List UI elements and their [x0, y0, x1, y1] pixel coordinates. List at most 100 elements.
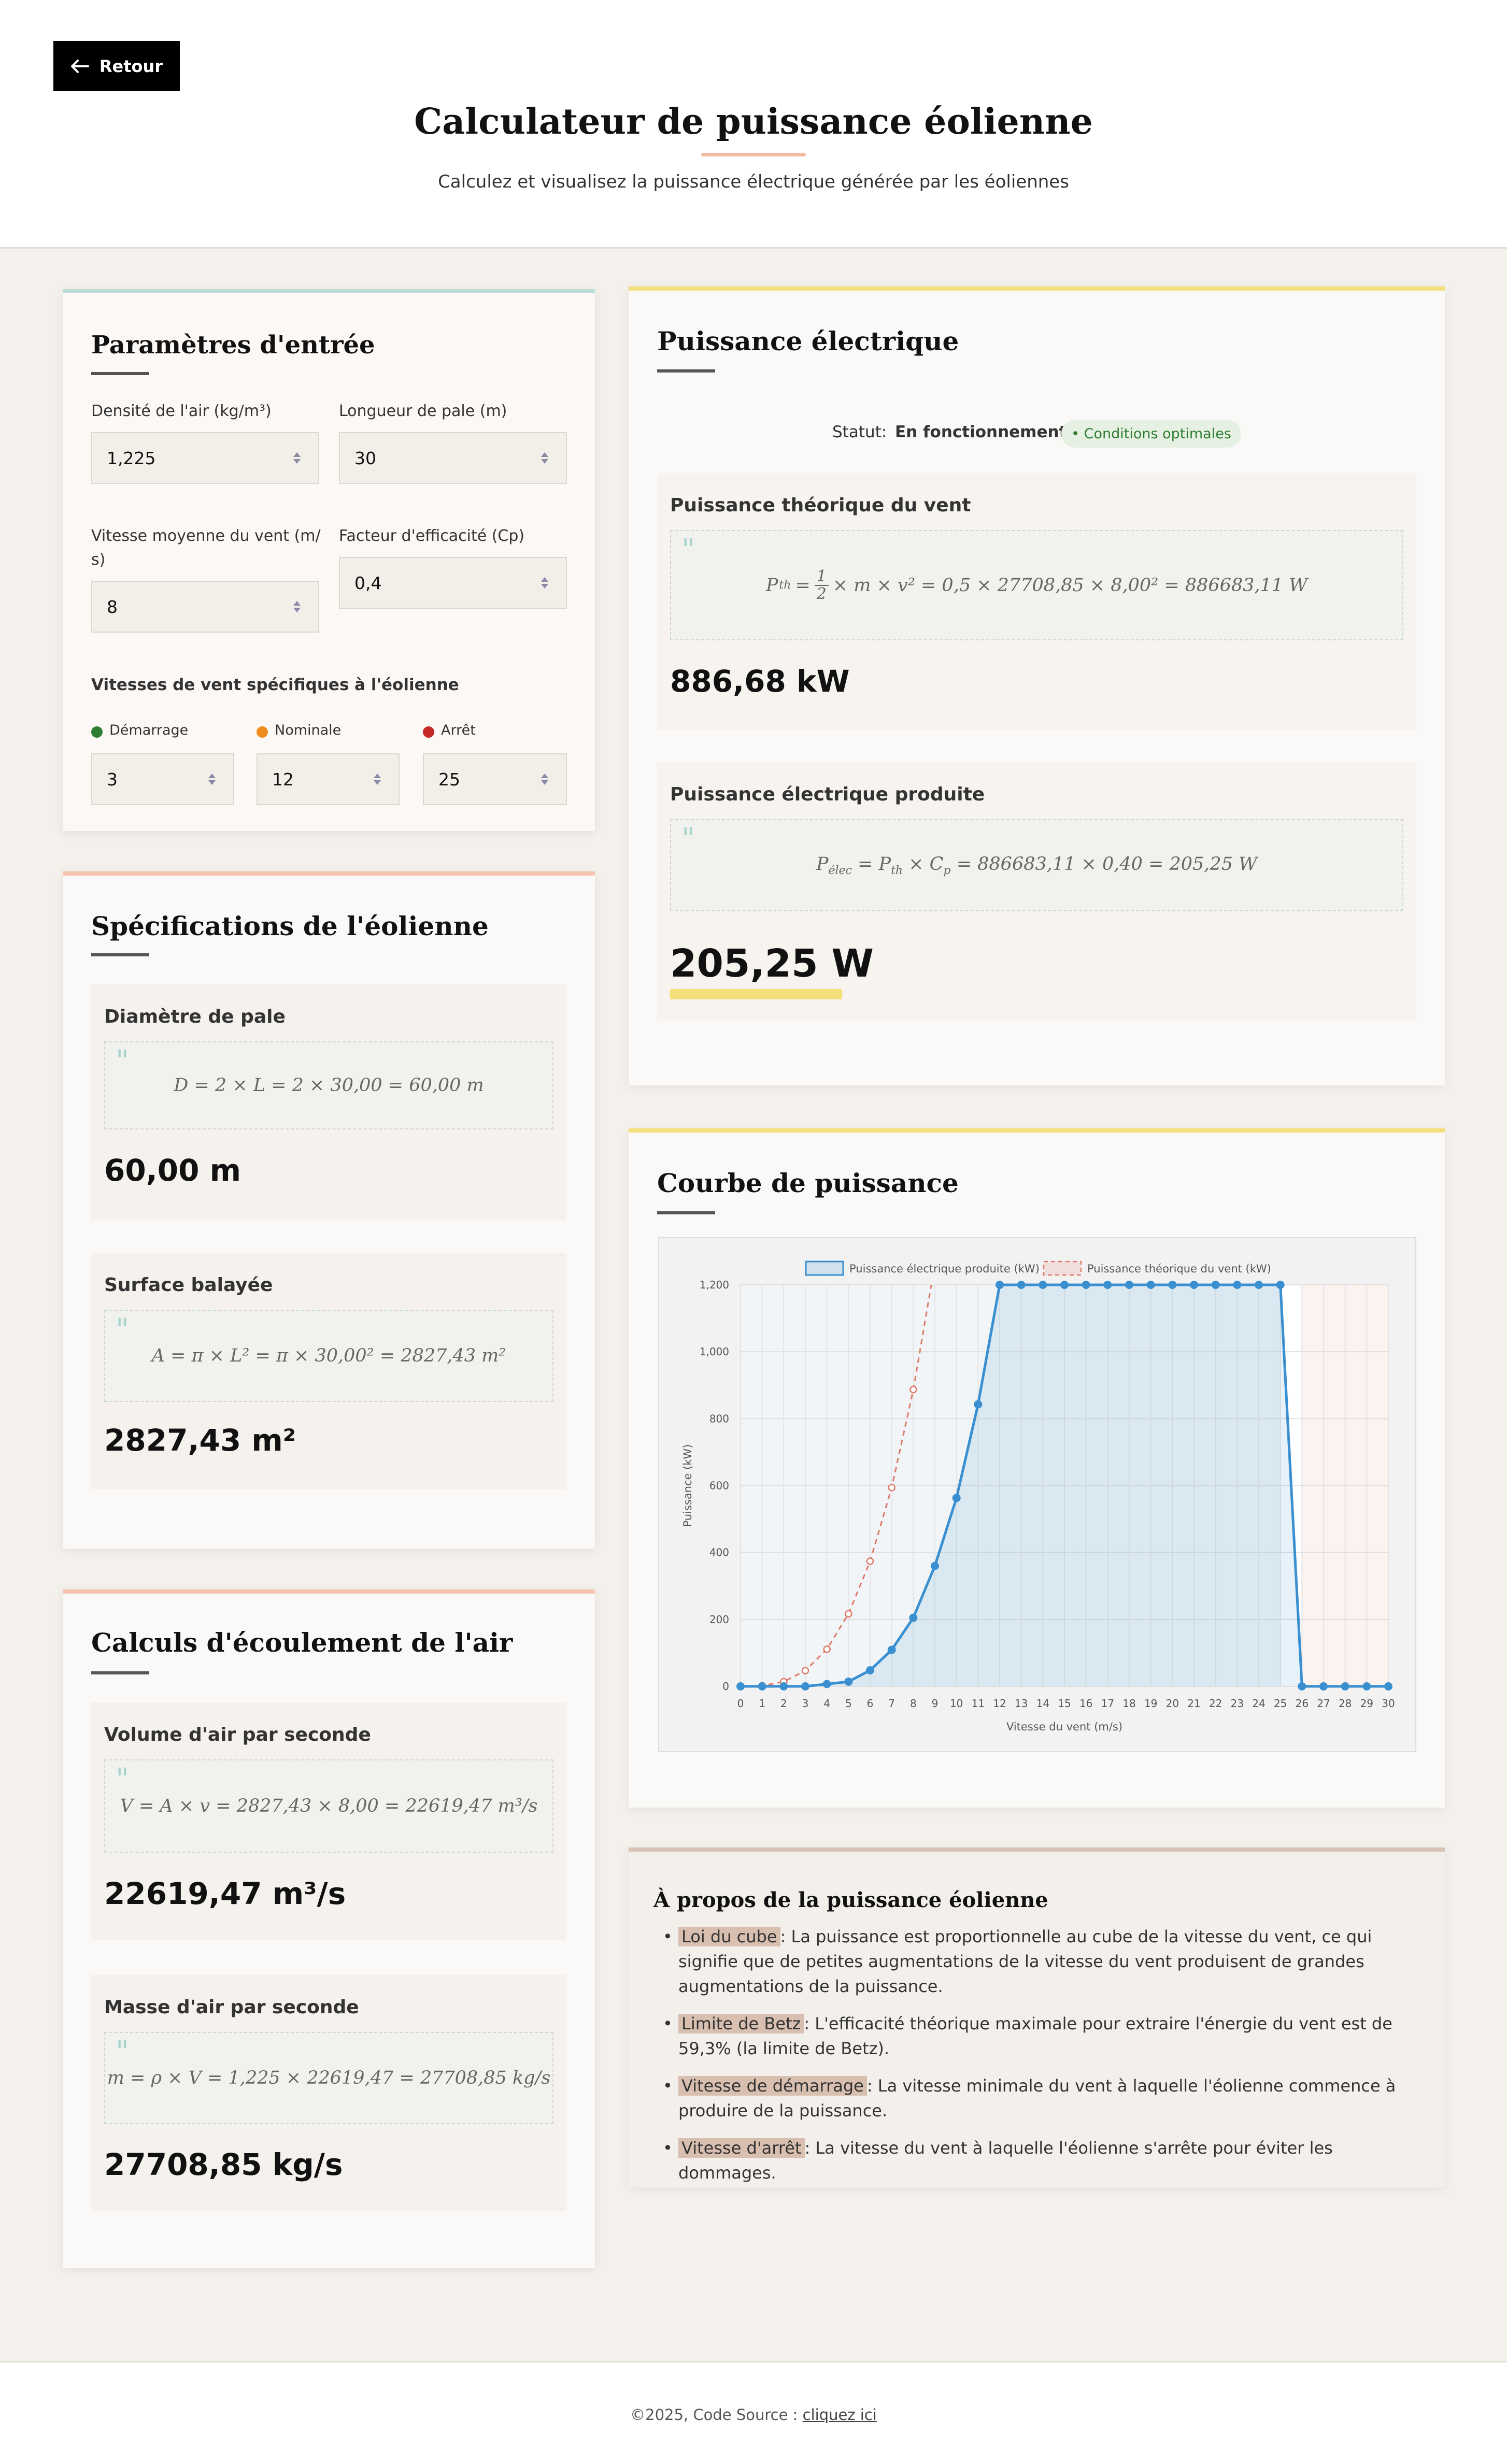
term-highlight: Loi du cube [678, 1927, 780, 1946]
input-parameters-card: Paramètres d'entrée Densité de l'air (kg… [63, 289, 595, 831]
x-tick-label: 3 [802, 1697, 809, 1710]
source-link[interactable]: cliquez ici [803, 2406, 877, 2424]
air-mass-title: Masse d'air par seconde [104, 1997, 359, 2018]
start-speed-input[interactable]: 3 [91, 753, 234, 805]
page-title: Calculateur de puissance éolienne [414, 101, 1093, 142]
x-tick-label: 6 [867, 1697, 874, 1710]
electric-formula: Pélec = Pth × Cp = 886683,11 × 0,40 = 20… [816, 853, 1258, 877]
x-tick-label: 2 [780, 1697, 787, 1710]
electric-power-title: Puissance électrique produite [670, 784, 985, 805]
electric-point [866, 1666, 874, 1674]
footer-text: ©2025, Code Source : cliquez ici [0, 2406, 1507, 2424]
area-formula: A = π × L² = π × 30,00² = 2827,43 m² [151, 1345, 506, 1366]
stop-speed-input[interactable]: 25 [423, 753, 567, 805]
cp-value: 0,4 [354, 572, 382, 593]
theoretical-power-title: Puissance théorique du vent [670, 495, 971, 516]
x-tick-label: 5 [845, 1697, 852, 1710]
wind-speed-label-cont: s) [91, 551, 106, 569]
electric-point [1168, 1281, 1177, 1289]
spinner-icon[interactable] [291, 450, 303, 466]
about-item: Loi du cube: La puissance est proportion… [653, 1924, 1433, 1999]
formula-equals: = [795, 575, 811, 596]
spinner-icon[interactable] [539, 575, 550, 591]
spinner-icon[interactable] [206, 771, 218, 787]
x-tick-label: 17 [1101, 1697, 1114, 1710]
blade-length-input[interactable]: 30 [339, 432, 567, 484]
electric-power-card: Puissance électrique Statut: En fonction… [629, 286, 1445, 1085]
volume-formula-box: " V = A × v = 2827,43 × 8,00 = 22619,47 … [104, 1759, 553, 1853]
chart-svg: 0 1 2 3 4 5 6 7 8 9 10 11 12 13 14 15 16 17 18 19 20 21 22 23 24… [681, 1260, 1395, 1733]
electric-point [1125, 1281, 1133, 1289]
y-tick-label: 200 [709, 1613, 729, 1626]
y-tick-label: 800 [709, 1412, 729, 1425]
electric-point [1319, 1682, 1328, 1691]
legend-swatch-theoretical [1043, 1260, 1082, 1276]
x-tick-label: 0 [737, 1697, 744, 1710]
blade-length-value: 30 [354, 448, 376, 468]
x-tick-label: 27 [1317, 1697, 1330, 1710]
spinner-icon[interactable] [539, 771, 550, 787]
density-input[interactable]: 1,225 [91, 432, 319, 484]
cp-input[interactable]: 0,4 [339, 557, 567, 609]
arrow-left-icon [70, 59, 89, 73]
x-tick-label: 29 [1360, 1697, 1373, 1710]
diameter-formula: D = 2 × L = 2 × 30,00 = 60,00 m [174, 1075, 484, 1096]
formula-part2: × C [908, 853, 944, 875]
electric-point [822, 1680, 831, 1688]
page-header: Retour Calculateur de puissance éolienne… [0, 0, 1507, 249]
electric-point [1060, 1281, 1069, 1289]
y-tick-label: 0 [722, 1680, 729, 1693]
airflow-card: Calculs d'écoulement de l'air Volume d'a… [63, 1589, 595, 2268]
nominal-speed-value: 12 [272, 769, 294, 790]
volume-formula: V = A × v = 2827,43 × 8,00 = 22619,47 m³… [120, 1796, 538, 1816]
quote-icon: " [116, 1313, 129, 1346]
x-tick-label: 14 [1036, 1697, 1049, 1710]
theoretical-power-value: 886,68 kW [670, 664, 850, 699]
electric-point [974, 1400, 983, 1409]
electric-point [758, 1682, 766, 1691]
title-rule [657, 1211, 715, 1214]
spinner-icon[interactable] [291, 599, 303, 614]
title-underline [701, 153, 806, 156]
nominal-speed-input[interactable]: 12 [257, 753, 400, 805]
x-tick-label: 22 [1209, 1697, 1222, 1710]
spinner-icon[interactable] [539, 450, 550, 466]
quote-icon: " [116, 2035, 129, 2069]
y-tick-label: 1,200 [700, 1279, 729, 1291]
quote-icon: " [681, 533, 695, 567]
x-tick-label: 18 [1122, 1697, 1135, 1710]
electric-point [931, 1562, 939, 1570]
x-tick-label: 16 [1079, 1697, 1092, 1710]
formula-part3: = 886683,11 × 0,40 = 205,25 W [956, 853, 1258, 875]
spinner-icon[interactable] [372, 771, 383, 787]
legend-swatch-electric [805, 1260, 844, 1276]
electric-point [1276, 1281, 1285, 1289]
wind-speed-value: 8 [107, 596, 118, 617]
status-label: Statut: [832, 423, 887, 441]
electric-point [1341, 1682, 1349, 1691]
electric-point [1255, 1281, 1263, 1289]
card-title: Puissance électrique [657, 326, 959, 356]
electric-point [1082, 1281, 1090, 1289]
air-volume-title: Volume d'air par seconde [104, 1724, 371, 1745]
diameter-formula-box: " D = 2 × L = 2 × 30,00 = 60,00 m [104, 1041, 553, 1129]
electric-point [996, 1281, 1004, 1289]
x-tick-label: 15 [1058, 1697, 1071, 1710]
term-highlight: Limite de Betz [678, 2014, 804, 2033]
x-tick-label: 9 [932, 1697, 939, 1710]
electric-point [1211, 1281, 1220, 1289]
electric-point [801, 1682, 809, 1691]
back-button[interactable]: Retour [53, 41, 180, 91]
back-button-label: Retour [99, 56, 163, 76]
x-tick-label: 23 [1231, 1697, 1244, 1710]
specific-speeds-title: Vitesses de vent spécifiques à l'éolienn… [91, 676, 459, 694]
card-title: Paramètres d'entrée [91, 331, 375, 360]
x-tick-label: 21 [1187, 1697, 1200, 1710]
x-tick-label: 30 [1382, 1697, 1395, 1710]
blade-length-label: Longueur de pale (m) [339, 402, 507, 420]
wind-speed-input[interactable]: 8 [91, 581, 319, 633]
about-title: À propos de la puissance éolienne [653, 1888, 1048, 1912]
theoretical-point [888, 1484, 895, 1492]
theoretical-formula-box: " Pth = 12 × m × v² = 0,5 × 27708,85 × 8… [670, 530, 1403, 640]
density-label: Densité de l'air (kg/m³) [91, 402, 272, 420]
